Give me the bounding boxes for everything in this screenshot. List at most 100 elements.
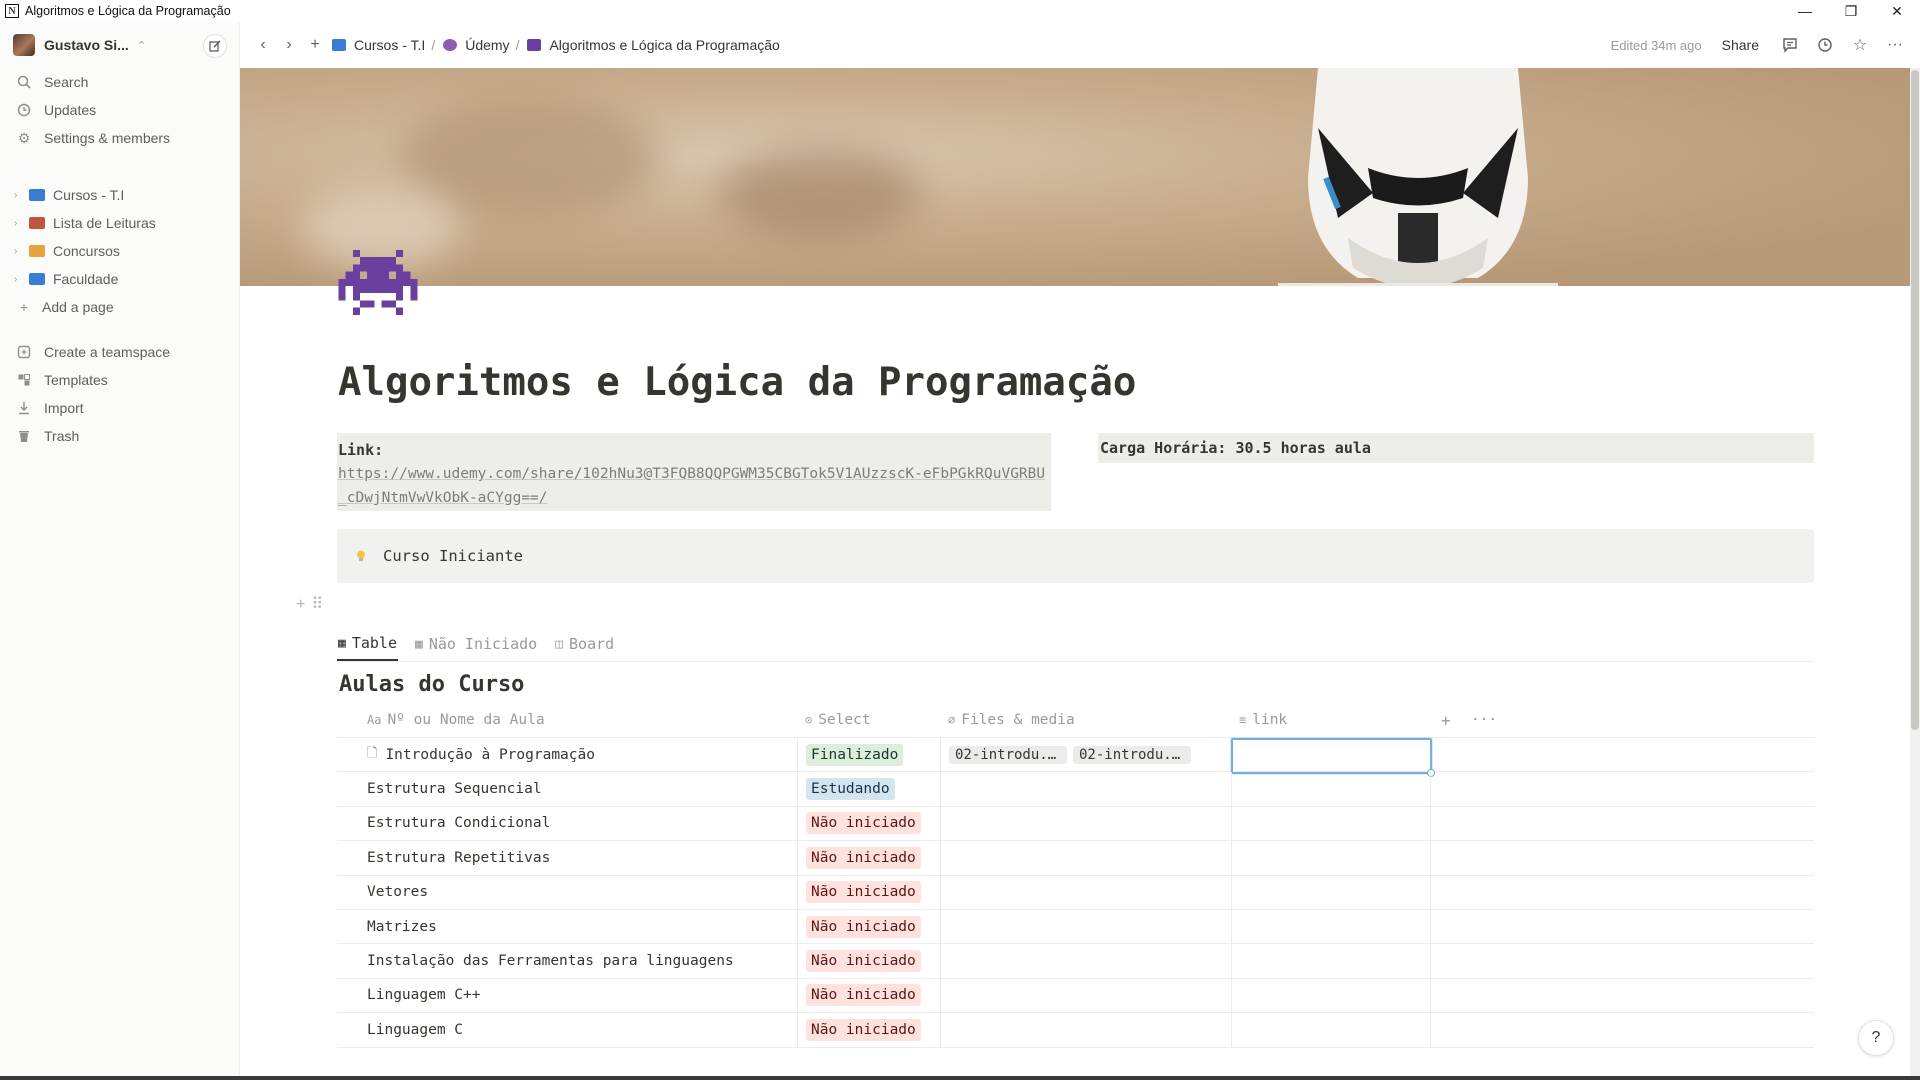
view-tab-nao-iniciado[interactable]: ▦ Não Iniciado	[414, 627, 538, 661]
more-options-icon[interactable]: ···	[1471, 702, 1497, 738]
table-row[interactable]: Estrutura Repetitivas Não iniciado	[337, 841, 1814, 876]
sidebar-updates[interactable]: Updates	[0, 96, 240, 124]
cell-files[interactable]	[940, 841, 1231, 875]
sidebar-import[interactable]: Import	[0, 394, 240, 422]
cell-link[interactable]	[1231, 875, 1431, 909]
new-page-button[interactable]	[203, 34, 227, 58]
share-button[interactable]: Share	[1722, 37, 1759, 53]
comment-icon[interactable]	[1777, 32, 1803, 58]
cell-select[interactable]: Não iniciado	[797, 875, 940, 909]
back-arrow-icon[interactable]: ‹	[254, 36, 272, 54]
maximize-button[interactable]: ❐	[1828, 0, 1874, 22]
link-block[interactable]: Link: https://www.udemy.com/share/102hNu…	[337, 433, 1051, 511]
table-row[interactable]: Vetores Não iniciado	[337, 875, 1814, 910]
table-row[interactable]: Instalação das Ferramentas para linguage…	[337, 944, 1814, 979]
star-icon[interactable]: ☆	[1847, 32, 1873, 58]
cell-files[interactable]	[940, 978, 1231, 1013]
cell-select[interactable]: Não iniciado	[797, 1013, 940, 1047]
table-row[interactable]: 🗋 Introdução à Programação Finalizado 02-in…	[337, 738, 1814, 777]
cell-files[interactable]	[940, 875, 1231, 909]
table-row[interactable]: Matrizes Não iniciado	[337, 909, 1814, 945]
workspace-switcher[interactable]: Gustavo Si... ⌃	[0, 22, 240, 68]
cell-name[interactable]: 🗋 Introdução à Programação	[367, 738, 797, 771]
block-drag-handle[interactable]: +⠿	[296, 594, 329, 614]
file-chip[interactable]: 02-introdu...	[1073, 745, 1191, 764]
lightbulb-icon[interactable]	[354, 549, 368, 563]
cell-link[interactable]	[1231, 978, 1431, 1013]
sidebar-page-concursos[interactable]: › Concursos	[0, 237, 240, 265]
carga-horaria-block[interactable]: Carga Horária: 30.5 horas aula	[1098, 433, 1814, 463]
chevron-right-icon[interactable]: ›	[14, 274, 26, 285]
cell-select[interactable]: Estudando	[797, 772, 940, 806]
cell-files[interactable]	[940, 944, 1231, 978]
more-icon[interactable]: ···	[1882, 32, 1908, 58]
chevron-right-icon[interactable]: ›	[14, 246, 26, 257]
table-row[interactable]: Linguagem C++ Não iniciado	[337, 978, 1814, 1014]
callout-block[interactable]: Curso Iniciante	[337, 529, 1814, 583]
cell-files[interactable]	[940, 1013, 1231, 1047]
help-button[interactable]: ?	[1858, 1020, 1894, 1056]
table-row[interactable]: Estrutura Condicional Não iniciado	[337, 806, 1814, 842]
cell-name[interactable]: Matrizes	[367, 910, 797, 943]
cell-files[interactable]	[940, 772, 1231, 806]
sidebar-create-teamspace[interactable]: Create a teamspace	[0, 338, 240, 366]
scrollbar-thumb[interactable]	[1911, 70, 1919, 730]
cell-link[interactable]	[1231, 909, 1431, 944]
table-row[interactable]: Estrutura Sequencial Estudando	[337, 772, 1814, 807]
page-title[interactable]: Algoritmos e Lógica da Programação	[338, 360, 1136, 405]
page-cover-image[interactable]	[240, 68, 1910, 286]
chevron-right-icon[interactable]: ›	[14, 218, 26, 229]
cell-files[interactable]	[940, 909, 1231, 944]
cell-select[interactable]: Não iniciado	[797, 909, 940, 944]
cell-name[interactable]: Estrutura Condicional	[367, 807, 797, 840]
cell-files[interactable]: 02-introdu... 02-introdu...	[940, 738, 1231, 772]
cell-name[interactable]: Linguagem C	[367, 1013, 797, 1046]
breadcrumb-current[interactable]: Algoritmos e Lógica da Programação	[527, 37, 780, 53]
cell-link[interactable]	[1231, 841, 1431, 875]
space-invader-icon[interactable]	[338, 250, 418, 322]
database-title[interactable]: Aulas do Curso	[339, 672, 524, 697]
forward-arrow-icon[interactable]: ›	[280, 36, 298, 54]
column-header-link[interactable]: ≡ link	[1239, 702, 1287, 738]
close-button[interactable]: ✕	[1874, 0, 1920, 22]
sidebar-page-faculdade[interactable]: › Faculdade	[0, 265, 240, 293]
cell-name[interactable]: Instalação das Ferramentas para linguage…	[367, 944, 797, 977]
cell-select[interactable]: Não iniciado	[797, 944, 940, 978]
view-tab-board[interactable]: ◫ Board	[554, 627, 615, 661]
sidebar-page-lista-leituras[interactable]: › Lista de Leituras	[0, 209, 240, 237]
cell-name[interactable]: Vetores	[367, 876, 797, 909]
sidebar-search[interactable]: Search	[0, 68, 240, 96]
cell-files[interactable]	[940, 806, 1231, 841]
table-row[interactable]: Linguagem C Não iniciado	[337, 1013, 1814, 1048]
cell-select[interactable]: Não iniciado	[797, 841, 940, 875]
cell-select[interactable]: Não iniciado	[797, 806, 940, 841]
cell-link[interactable]	[1231, 944, 1431, 978]
course-link[interactable]: https://www.udemy.com/share/102hNu3@T3FQ…	[338, 462, 1050, 510]
sidebar-trash[interactable]: Trash	[0, 422, 240, 450]
selected-cell-outline[interactable]	[1231, 738, 1435, 777]
column-header-name[interactable]: Aa Nº ou Nome da Aula	[367, 702, 545, 738]
sidebar-add-page[interactable]: + Add a page	[0, 293, 240, 321]
minimize-button[interactable]: —	[1782, 0, 1828, 22]
file-chip[interactable]: 02-introdu...	[949, 745, 1067, 764]
cell-select[interactable]: Finalizado	[797, 738, 940, 772]
cell-name[interactable]: Linguagem C++	[367, 979, 797, 1012]
view-tab-table[interactable]: ▦ Table	[337, 627, 398, 661]
page-scrollbar[interactable]	[1910, 68, 1920, 1080]
cell-link[interactable]	[1231, 806, 1431, 841]
cell-name[interactable]: Estrutura Repetitivas	[367, 841, 797, 874]
breadcrumb-udemy[interactable]: Údemy /	[443, 37, 519, 53]
cell-select[interactable]: Não iniciado	[797, 978, 940, 1013]
history-icon[interactable]	[1812, 32, 1838, 58]
chevron-right-icon[interactable]: ›	[14, 190, 26, 201]
cell-name[interactable]: Estrutura Sequencial	[367, 772, 797, 805]
breadcrumb-cursos[interactable]: Cursos - T.I /	[332, 37, 435, 53]
sidebar-templates[interactable]: Templates	[0, 366, 240, 394]
sidebar-settings[interactable]: ⚙ Settings & members	[0, 124, 240, 152]
column-header-files[interactable]: ⌀ Files & media	[948, 702, 1075, 738]
add-property-button[interactable]: +	[1441, 702, 1451, 738]
plus-icon[interactable]: +	[306, 36, 324, 54]
column-header-select[interactable]: ⊙ Select	[805, 702, 871, 738]
cell-link[interactable]	[1231, 772, 1431, 806]
cell-link[interactable]	[1231, 1013, 1431, 1047]
